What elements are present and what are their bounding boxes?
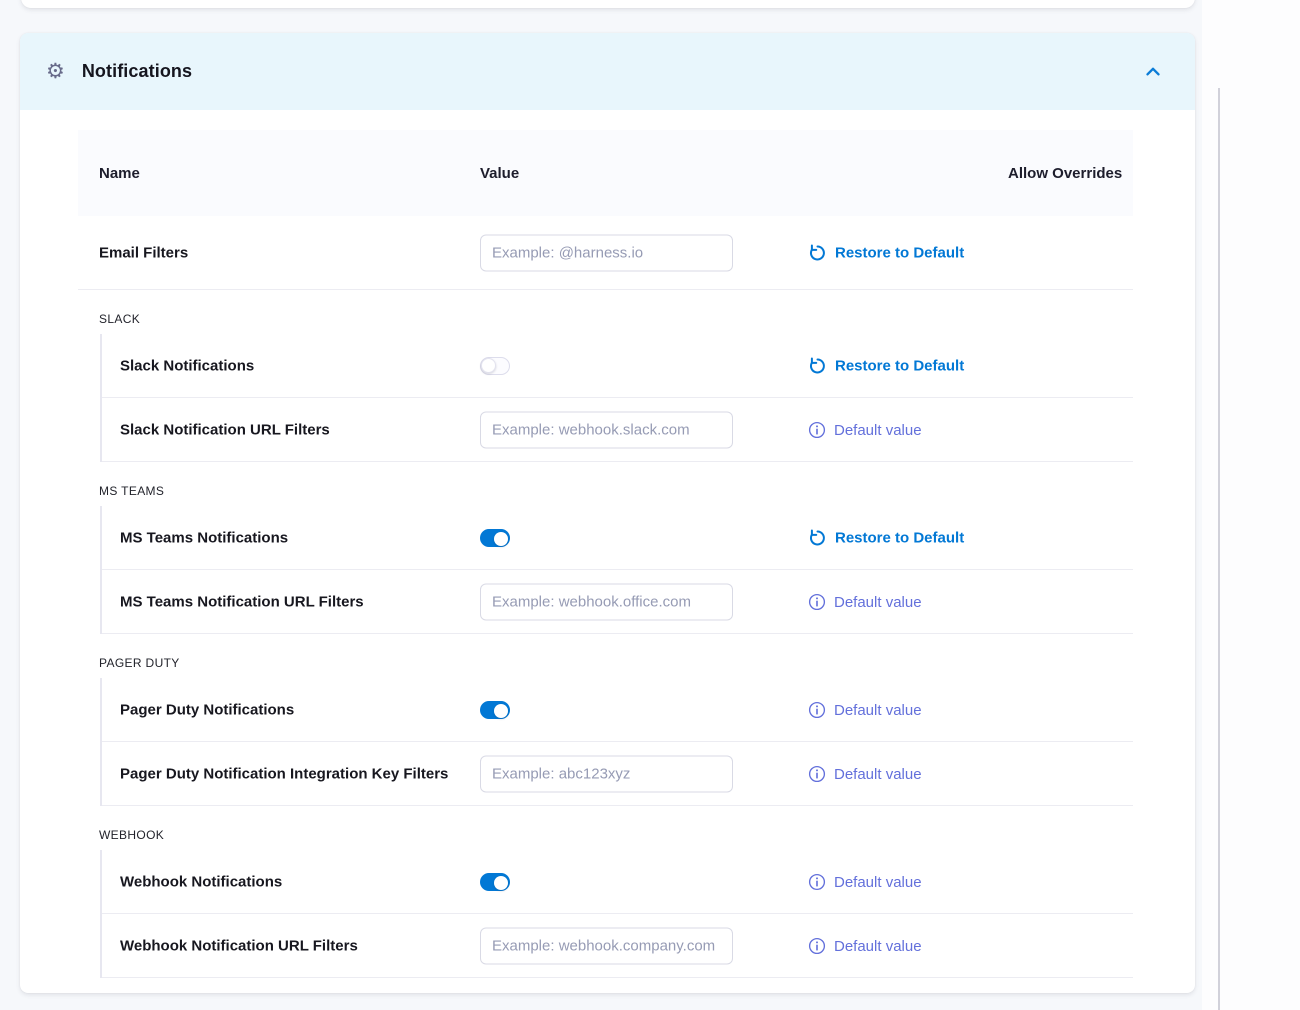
setting-group: Pager Duty NotificationsDefault valuePag… [100, 678, 1133, 806]
value-cell [480, 584, 733, 621]
setting-name: Slack Notification URL Filters [120, 422, 330, 439]
info-icon [808, 421, 826, 439]
value-input[interactable] [480, 235, 733, 272]
setting-group: Webhook NotificationsDefault valueWebhoo… [100, 850, 1133, 978]
action-label: Default value [834, 594, 922, 611]
setting-name: MS Teams Notification URL Filters [120, 594, 364, 611]
table-row: Webhook Notifications Default value [102, 850, 1133, 914]
value-cell [480, 756, 733, 793]
action-label: Default value [834, 422, 922, 439]
default-value-link[interactable]: Default value [808, 765, 922, 783]
action-cell: Default value [808, 701, 922, 719]
table-row: Pager Duty Notifications Default value [102, 678, 1133, 742]
page-title: Notifications [82, 61, 192, 82]
group-label: MS TEAMS [78, 462, 1133, 506]
notifications-section-card: ⚙ Notifications Name Value Allow Overrid… [20, 33, 1195, 993]
action-label: Default value [834, 938, 922, 955]
value-cell [480, 412, 733, 449]
restore-default-link[interactable]: Restore to Default [808, 529, 964, 548]
info-icon [808, 701, 826, 719]
setting-name: Pager Duty Notification Integration Key … [120, 766, 448, 783]
toggle-switch[interactable] [480, 357, 510, 375]
info-icon [808, 873, 826, 891]
column-header-value: Value [480, 165, 808, 182]
table-header-row: Name Value Allow Overrides [78, 130, 1133, 216]
action-cell: Default value [808, 421, 922, 439]
value-input[interactable] [480, 412, 733, 449]
setting-name: Pager Duty Notifications [120, 702, 294, 719]
action-label: Restore to Default [835, 530, 964, 547]
value-input[interactable] [480, 584, 733, 621]
column-header-allow-overrides: Allow Overrides [808, 161, 1138, 186]
info-icon [808, 593, 826, 611]
setting-name: Webhook Notification URL Filters [120, 938, 358, 955]
restore-icon [808, 357, 827, 376]
group-label: SLACK [78, 290, 1133, 334]
setting-name: Slack Notifications [120, 358, 254, 375]
value-cell [480, 357, 510, 375]
restore-default-link[interactable]: Restore to Default [808, 357, 964, 376]
restore-icon [808, 529, 827, 548]
value-cell [480, 235, 733, 272]
value-cell [480, 873, 510, 891]
action-label: Default value [834, 702, 922, 719]
action-cell: Restore to Default [808, 529, 964, 548]
vertical-scrollbar[interactable] [1218, 88, 1220, 1010]
info-icon [808, 937, 826, 955]
table-row: Slack Notifications Restore to Default [102, 334, 1133, 398]
setting-group: MS Teams Notifications Restore to Default… [100, 506, 1133, 634]
action-label: Restore to Default [835, 245, 964, 262]
action-cell: Default value [808, 765, 922, 783]
settings-table: Name Value Allow Overrides Email Filters… [78, 130, 1133, 978]
default-value-link[interactable]: Default value [808, 421, 922, 439]
notifications-section-header[interactable]: ⚙ Notifications [20, 33, 1195, 110]
value-cell [480, 928, 733, 965]
table-row: Slack Notification URL Filters Default va… [102, 398, 1133, 462]
table-row: MS Teams Notification URL Filters Default… [102, 570, 1133, 634]
default-value-link[interactable]: Default value [808, 701, 922, 719]
value-cell [480, 701, 510, 719]
default-value-link[interactable]: Default value [808, 873, 922, 891]
column-header-name: Name [78, 165, 480, 182]
toggle-switch[interactable] [480, 873, 510, 891]
previous-section-card [21, 0, 1195, 8]
toggle-knob [494, 876, 508, 890]
value-input[interactable] [480, 756, 733, 793]
setting-group: Slack NotificationsRestore to DefaultSla… [100, 334, 1133, 462]
table-row: Email Filters Restore to Default [78, 216, 1133, 290]
action-cell: Restore to Default [808, 244, 964, 263]
group-label: PAGER DUTY [78, 634, 1133, 678]
info-icon [808, 765, 826, 783]
action-label: Default value [834, 766, 922, 783]
setting-name: MS Teams Notifications [120, 530, 288, 547]
toggle-knob [494, 704, 508, 718]
setting-name: Email Filters [99, 245, 188, 262]
restore-default-link[interactable]: Restore to Default [808, 244, 964, 263]
chevron-up-icon [1142, 61, 1164, 83]
table-row: MS Teams Notifications Restore to Default [102, 506, 1133, 570]
toggle-switch[interactable] [480, 529, 510, 547]
collapse-section-button[interactable] [1139, 58, 1167, 86]
action-label: Default value [834, 874, 922, 891]
default-value-link[interactable]: Default value [808, 937, 922, 955]
action-cell: Default value [808, 873, 922, 891]
setting-name: Webhook Notifications [120, 874, 282, 891]
gear-icon: ⚙ [46, 61, 65, 82]
restore-icon [808, 244, 827, 263]
action-cell: Restore to Default [808, 357, 964, 376]
action-cell: Default value [808, 937, 922, 955]
toggle-knob [494, 532, 508, 546]
toggle-knob [481, 358, 496, 373]
value-input[interactable] [480, 928, 733, 965]
action-cell: Default value [808, 593, 922, 611]
settings-table-body: Email FiltersRestore to DefaultSLACKSlac… [78, 216, 1133, 978]
toggle-switch[interactable] [480, 701, 510, 719]
table-row: Webhook Notification URL Filters Default … [102, 914, 1133, 978]
right-panel-background [1202, 0, 1300, 1010]
value-cell [480, 529, 510, 547]
action-label: Restore to Default [835, 358, 964, 375]
group-label: WEBHOOK [78, 806, 1133, 850]
default-value-link[interactable]: Default value [808, 593, 922, 611]
table-row: Pager Duty Notification Integration Key … [102, 742, 1133, 806]
